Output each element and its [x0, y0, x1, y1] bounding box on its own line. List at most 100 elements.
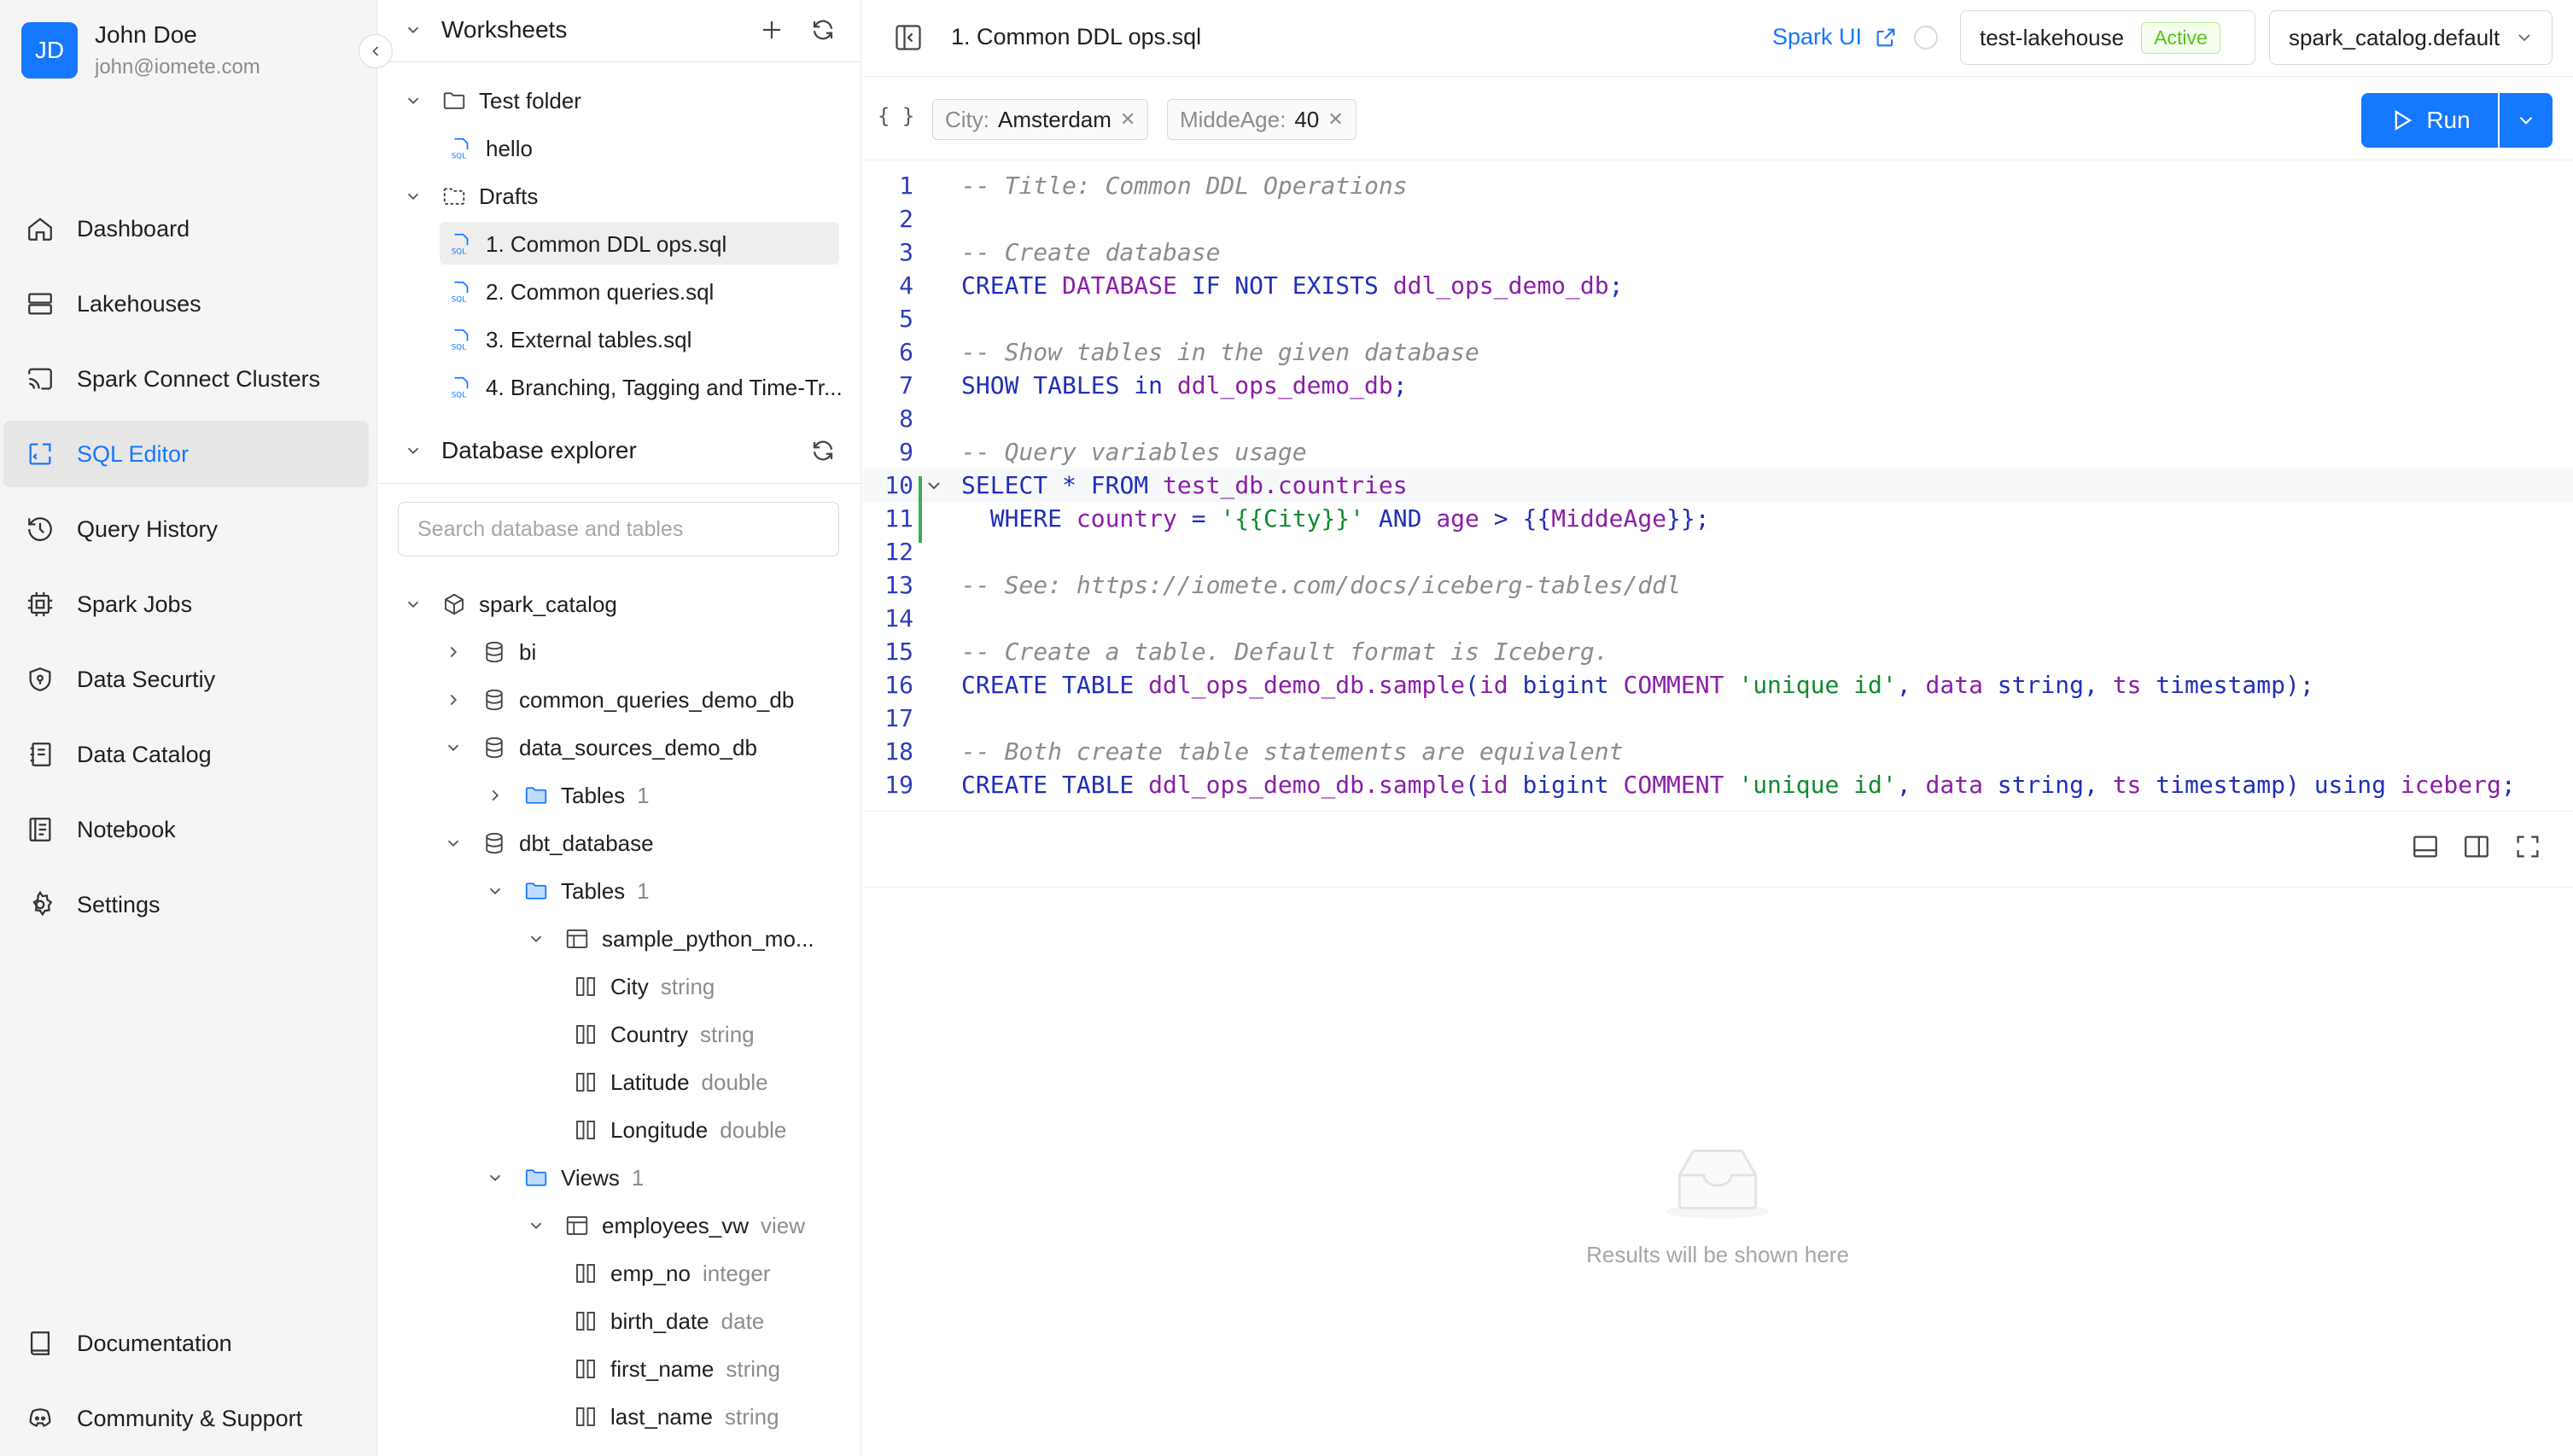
sidebar-item-documentation[interactable]: Documentation — [3, 1310, 369, 1377]
code-line[interactable]: 3 -- Create database — [862, 236, 2573, 269]
tree-column[interactable]: emp_no integer — [573, 1252, 770, 1295]
fold-chevron-icon[interactable] — [924, 475, 944, 496]
chevron-down-icon — [447, 744, 459, 752]
column-icon — [576, 1073, 595, 1092]
code-text: -- Query variables usage — [961, 435, 1307, 469]
tree-db-common-queries[interactable]: common_queries_demo_db — [444, 678, 794, 721]
tree-view-employees-vw[interactable]: employees_vw view — [527, 1204, 805, 1247]
code-line[interactable]: 17 — [862, 702, 2573, 735]
tree-db-data-sources[interactable]: data_sources_demo_db — [444, 726, 757, 769]
user-profile[interactable]: JD John Doe john@iomete.com — [21, 21, 260, 79]
code-line[interactable]: 19 CREATE TABLE ddl_ops_demo_db.sample(id… — [862, 768, 2573, 801]
code-line[interactable]: 13 -- See: https://iomete.com/docs/iceber… — [862, 568, 2573, 602]
close-icon[interactable]: ✕ — [1327, 108, 1343, 131]
sql-code-editor[interactable]: 1 -- Title: Common DDL Operations 2 3 -- Cre… — [862, 164, 2573, 802]
run-button[interactable]: Run — [2361, 93, 2498, 148]
database-search-input[interactable] — [398, 502, 839, 556]
tree-column[interactable]: first_name string — [573, 1348, 780, 1390]
code-line[interactable]: 14 — [862, 602, 2573, 635]
code-line[interactable]: 15 -- Create a table. Default format is I… — [862, 635, 2573, 668]
code-token: -- Create a table. Default format is Ice… — [961, 638, 1609, 666]
code-line[interactable]: 5 — [862, 302, 2573, 335]
fullscreen-icon[interactable] — [2513, 832, 2542, 861]
status-badge: Active — [2141, 21, 2220, 54]
variables-icon[interactable]: { } — [878, 104, 914, 128]
param-tag-city[interactable]: City: Amsterdam ✕ — [932, 99, 1149, 140]
code-line[interactable]: 8 — [862, 402, 2573, 435]
sidebar-item-data-security[interactable]: Data Securtiy — [3, 646, 369, 713]
layout-bottom-icon[interactable] — [2411, 832, 2440, 861]
worksheet-file-external-tables[interactable]: SQL 3. External tables.sql — [448, 318, 692, 361]
run-options-button[interactable] — [2500, 93, 2553, 148]
code-token: string — [1997, 671, 2084, 699]
tree-db-dbt-database[interactable]: dbt_database — [444, 822, 654, 865]
code-token: WHERE — [961, 504, 1076, 533]
code-token: timestamp — [2156, 671, 2285, 699]
code-line[interactable]: 10 SELECT * FROM test_db.countries — [862, 469, 2573, 502]
add-icon[interactable] — [759, 17, 785, 43]
sidebar-item-sql-editor[interactable]: SQL Editor — [3, 421, 369, 487]
tree-table-sample-python[interactable]: sample_python_mo... — [527, 917, 814, 960]
sidebar-item-lakehouses[interactable]: Lakehouses — [3, 271, 369, 337]
tree-column[interactable]: birth_date date — [573, 1300, 764, 1342]
cluster-selector[interactable]: test-lakehouse Active — [1960, 10, 2255, 65]
book-icon — [30, 1331, 50, 1355]
tree-db-bi[interactable]: bi — [444, 631, 536, 673]
code-token: * — [1062, 471, 1091, 499]
tree-label: last_name — [610, 1403, 713, 1430]
catalog-selector[interactable]: spark_catalog.default — [2269, 10, 2553, 65]
sidebar-item-spark-connect-clusters[interactable]: Spark Connect Clusters — [3, 346, 369, 412]
sidebar-item-settings[interactable]: Settings — [3, 871, 369, 938]
tree-column[interactable]: Latitude double — [573, 1061, 768, 1104]
worksheet-folder-drafts[interactable]: Drafts — [404, 175, 538, 218]
close-icon[interactable]: ✕ — [1120, 108, 1135, 131]
collapse-sidebar-button[interactable] — [359, 34, 393, 68]
tree-column[interactable]: last_name string — [573, 1395, 779, 1438]
code-line[interactable]: 6 -- Show tables in the given database — [862, 335, 2573, 369]
worksheet-file-branching[interactable]: SQL 4. Branching, Tagging and Time-Tr... — [448, 366, 843, 409]
column-icon — [576, 1025, 595, 1044]
code-token: ddl_ops_demo_db.sample — [1148, 771, 1466, 799]
code-line[interactable]: 18 -- Both create table statements are eq… — [862, 735, 2573, 768]
tree-label: employees_vw — [602, 1212, 749, 1238]
panel-toggle-icon[interactable] — [893, 22, 924, 53]
sidebar-item-query-history[interactable]: Query History — [3, 496, 369, 562]
code-line[interactable]: 16 CREATE TABLE ddl_ops_demo_db.sample(id… — [862, 668, 2573, 702]
code-line[interactable]: 9 -- Query variables usage — [862, 435, 2573, 469]
code-line[interactable]: 1 -- Title: Common DDL Operations — [862, 169, 2573, 202]
code-text: CREATE DATABASE IF NOT EXISTS ddl_ops_de… — [961, 269, 1623, 302]
code-line[interactable]: 12 — [862, 535, 2573, 568]
database-explorer-header[interactable]: Database explorer — [378, 421, 861, 480]
tree-tables-group[interactable]: Tables 1 — [486, 774, 650, 817]
layout-right-icon[interactable] — [2462, 832, 2491, 861]
tree-column[interactable]: City string — [573, 965, 715, 1008]
code-text: -- Show tables in the given database — [961, 335, 1479, 369]
gear-icon — [32, 890, 53, 917]
code-token: bigint — [1522, 671, 1624, 699]
worksheets-header[interactable]: Worksheets — [378, 0, 861, 60]
code-line[interactable]: 7 SHOW TABLES in ddl_ops_demo_db; — [862, 369, 2573, 402]
refresh-icon[interactable] — [810, 17, 836, 43]
tree-views-group[interactable]: Views 1 — [486, 1156, 644, 1199]
sidebar-item-dashboard[interactable]: Dashboard — [3, 195, 369, 262]
spark-ui-link[interactable]: Spark UI — [1772, 24, 1898, 50]
code-token: -- Both create table statements are equi… — [961, 737, 1624, 766]
worksheet-folder-test-folder[interactable]: Test folder — [404, 79, 581, 122]
code-line[interactable]: 2 — [862, 202, 2573, 236]
sidebar-item-community-support[interactable]: Community & Support — [3, 1385, 369, 1452]
worksheet-file-hello[interactable]: SQL hello — [448, 127, 533, 170]
worksheet-file-common-queries[interactable]: SQL 2. Common queries.sql — [448, 271, 715, 313]
sidebar-item-spark-jobs[interactable]: Spark Jobs — [3, 571, 369, 638]
worksheet-tab-title[interactable]: 1. Common DDL ops.sql — [951, 24, 1201, 50]
tree-catalog-spark-catalog[interactable]: spark_catalog — [404, 583, 617, 626]
sidebar-item-notebook[interactable]: Notebook — [3, 796, 369, 863]
code-line[interactable]: 11 WHERE country = '{{City}}' AND age > … — [862, 502, 2573, 535]
tree-column[interactable]: Country string — [573, 1013, 755, 1056]
refresh-icon[interactable] — [810, 438, 836, 463]
tree-tables-group[interactable]: Tables 1 — [486, 870, 650, 912]
code-line[interactable]: 4 CREATE DATABASE IF NOT EXISTS ddl_ops_d… — [862, 269, 2573, 302]
worksheet-file-common-ddl-ops[interactable]: SQL 1. Common DDL ops.sql — [448, 223, 727, 265]
tree-column[interactable]: Longitude double — [573, 1109, 786, 1151]
sidebar-item-data-catalog[interactable]: Data Catalog — [3, 721, 369, 788]
param-tag-middeage[interactable]: MiddeAge: 40 ✕ — [1167, 99, 1357, 140]
